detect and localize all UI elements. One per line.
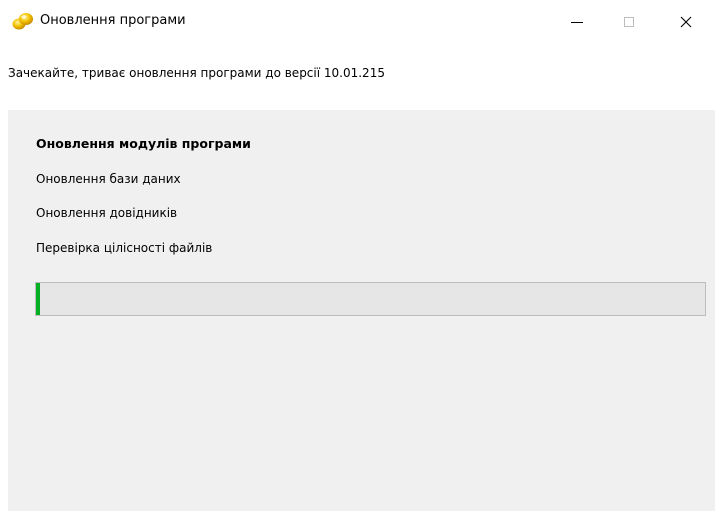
step-update-modules: Оновлення модулів програми — [36, 136, 251, 151]
minimize-icon — [571, 22, 583, 23]
update-window: Оновлення програми Зачекайте, триває оно… — [0, 0, 715, 511]
title-bar[interactable]: Оновлення програми — [0, 0, 715, 44]
update-status-message: Зачекайте, триває оновлення програми до … — [8, 66, 385, 80]
window-title: Оновлення програми — [40, 13, 186, 28]
update-progress-bar — [35, 282, 706, 316]
coins-icon — [12, 11, 34, 31]
progress-fill — [36, 283, 40, 315]
close-icon — [680, 16, 692, 28]
step-update-database: Оновлення бази даних — [36, 172, 181, 186]
close-button[interactable] — [663, 0, 709, 44]
step-update-directories: Оновлення довідників — [36, 206, 178, 220]
maximize-icon — [624, 17, 634, 27]
maximize-button[interactable] — [606, 0, 652, 44]
minimize-button[interactable] — [554, 0, 600, 44]
step-check-file-integrity: Перевірка цілісності файлів — [36, 241, 213, 255]
update-steps-panel: Оновлення модулів програми Оновлення баз… — [8, 110, 715, 511]
